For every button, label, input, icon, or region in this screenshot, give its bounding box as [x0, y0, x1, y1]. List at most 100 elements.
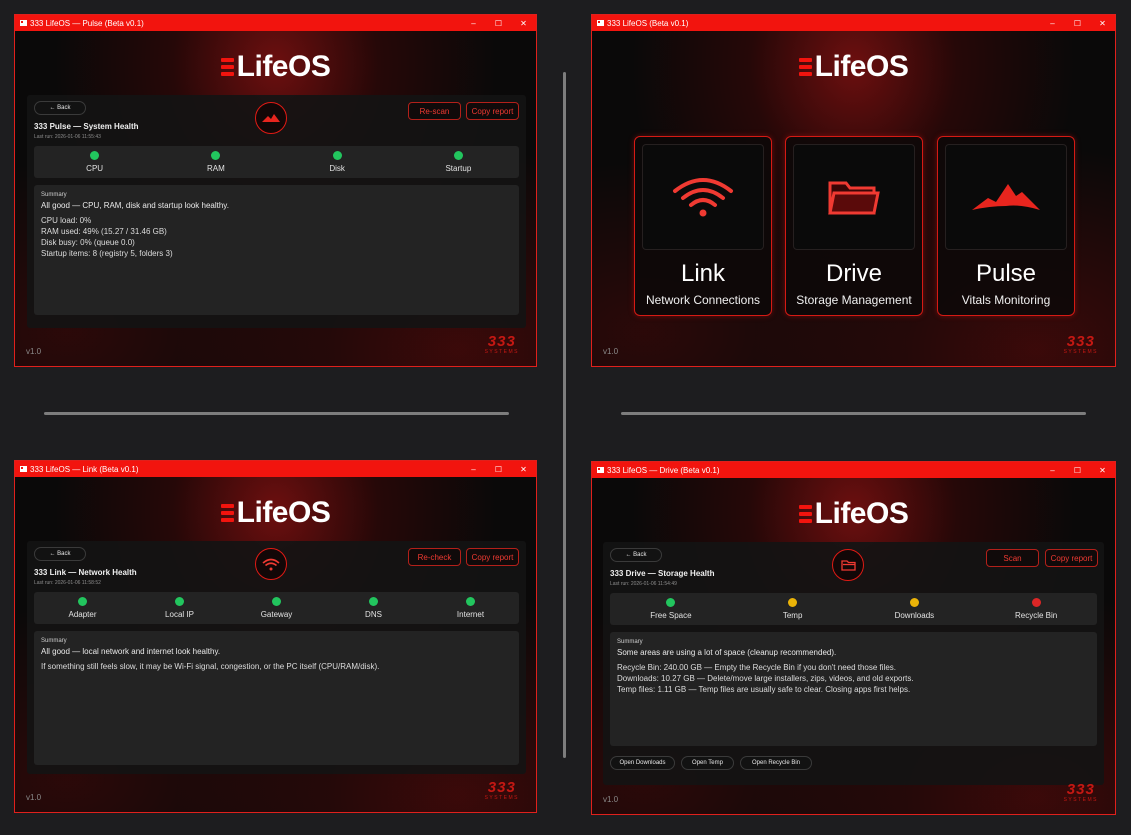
minimize-icon[interactable]: –: [1040, 19, 1065, 28]
drive-card[interactable]: Drive Storage Management: [785, 136, 923, 316]
summary-line: RAM used: 49% (15.27 / 31.46 GB): [41, 227, 167, 236]
page-title: 333 Link — Network Health: [34, 568, 137, 577]
summary-line: CPU load: 0%: [41, 216, 92, 225]
title-bar[interactable]: 333 LifeOS — Pulse (Beta v0.1) – ☐ ✕: [15, 15, 536, 31]
app-icon: [597, 20, 604, 26]
minimize-icon[interactable]: –: [461, 19, 486, 28]
333-systems-logo: 333 SYSTEMS: [1064, 781, 1098, 803]
card-subtitle: Storage Management: [796, 293, 912, 307]
link-window: 333 LifeOS — Link (Beta v0.1) – ☐ ✕ Life…: [14, 460, 537, 813]
app-icon: [597, 467, 604, 473]
card-subtitle: Vitals Monitoring: [961, 293, 1051, 307]
summary-main: Some areas are using a lot of space (cle…: [617, 648, 837, 657]
status-dot: [175, 597, 184, 606]
brand-subtitle: SYSTEMS: [484, 349, 519, 355]
status-item-local-ip: Local IP: [131, 592, 228, 624]
summary-box: Summary All good — CPU, RAM, disk and st…: [34, 185, 519, 315]
window-title: 333 LifeOS — Link (Beta v0.1): [30, 464, 139, 474]
drive-window: 333 LifeOS — Drive (Beta v0.1) – ☐ ✕ Lif…: [591, 461, 1116, 815]
card-name: Link: [680, 260, 726, 287]
close-icon[interactable]: ✕: [511, 19, 536, 28]
status-dot: [369, 597, 378, 606]
summary-heading: Summary: [41, 192, 67, 198]
pulse-icon: [255, 102, 287, 134]
hub-card-art: [793, 144, 915, 250]
pulse-card[interactable]: Pulse Vitals Monitoring: [937, 136, 1075, 316]
pulse-window: 333 LifeOS — Pulse (Beta v0.1) – ☐ ✕ Lif…: [14, 14, 537, 367]
back-button[interactable]: ← Back: [34, 101, 86, 115]
status-label: Downloads: [894, 611, 935, 620]
summary-line: Downloads: 10.27 GB — Delete/move large …: [617, 674, 914, 683]
close-icon[interactable]: ✕: [511, 465, 536, 474]
scan-button[interactable]: Scan: [986, 549, 1039, 567]
link-card[interactable]: Link Network Connections: [634, 136, 772, 316]
card-subtitle: Network Connections: [645, 293, 761, 307]
status-label: Adapter: [68, 610, 97, 619]
status-dot: [272, 597, 281, 606]
recheck-button[interactable]: Re-check: [408, 548, 461, 566]
rescan-button[interactable]: Re-scan: [408, 102, 461, 120]
333-systems-logo: 333 SYSTEMS: [484, 333, 519, 355]
status-label: Startup: [445, 164, 472, 173]
maximize-icon[interactable]: ☐: [486, 465, 511, 474]
status-item-recycle-bin: Recycle Bin: [975, 593, 1097, 625]
back-button[interactable]: ← Back: [610, 548, 662, 562]
status-label: Local IP: [165, 610, 194, 619]
summary-line: Temp files: 1.11 GB — Temp files are usu…: [617, 685, 911, 694]
status-dot: [466, 597, 475, 606]
pulse-icon: [972, 184, 1040, 210]
title-bar[interactable]: 333 LifeOS — Link (Beta v0.1) – ☐ ✕: [15, 461, 536, 477]
lifeos-logo: LifeOS: [15, 496, 536, 530]
status-label: Disk: [329, 164, 345, 173]
link-panel: ← Back 333 Link — Network Health Last ru…: [27, 541, 526, 774]
copy-report-button[interactable]: Copy report: [1045, 549, 1098, 567]
minimize-icon[interactable]: –: [1040, 466, 1065, 475]
status-label: DNS: [365, 610, 382, 619]
status-dot: [90, 151, 100, 160]
lifeos-logo: LifeOS: [15, 50, 536, 84]
window-title: 333 LifeOS (Beta v0.1): [607, 18, 689, 28]
copy-report-button[interactable]: Copy report: [466, 102, 519, 120]
wifi-icon: [673, 178, 733, 217]
status-item-downloads: Downloads: [854, 593, 976, 625]
minimize-icon[interactable]: –: [461, 465, 486, 474]
status-item-dns: DNS: [325, 592, 422, 624]
summary-heading: Summary: [617, 639, 643, 645]
summary-box: Summary All good — local network and int…: [34, 631, 519, 765]
version-label: v1.0: [603, 347, 619, 356]
vertical-separator[interactable]: [563, 72, 566, 758]
title-bar[interactable]: 333 LifeOS — Drive (Beta v0.1) – ☐ ✕: [592, 462, 1115, 478]
summary-main: All good — CPU, RAM, disk and startup lo…: [41, 201, 229, 210]
pulse-panel: ← Back 333 Pulse — System Health Last ru…: [27, 95, 526, 328]
card-name: Drive: [825, 260, 882, 287]
brand-number: 333: [1066, 781, 1095, 798]
last-run-timestamp: Last run: 2026-01-06 11:58:52: [34, 580, 101, 586]
open-downloads-button[interactable]: Open Downloads: [610, 756, 675, 770]
card-name: Pulse: [975, 260, 1037, 287]
status-row: Free Space Temp Downloads Recycle Bin: [610, 593, 1097, 625]
summary-heading: Summary: [41, 638, 67, 644]
app-icon: [20, 20, 27, 26]
status-dot: [332, 151, 342, 160]
hub-card-art: [642, 144, 764, 250]
open-temp-button[interactable]: Open Temp: [681, 756, 734, 770]
status-label: Internet: [456, 610, 485, 619]
status-label: Gateway: [260, 610, 293, 619]
close-icon[interactable]: ✕: [1090, 19, 1115, 28]
summary-line: Disk busy: 0% (queue 0.0): [41, 238, 135, 247]
status-item-temp: Temp: [732, 593, 854, 625]
maximize-icon[interactable]: ☐: [1065, 466, 1090, 475]
copy-report-button[interactable]: Copy report: [466, 548, 519, 566]
open-recycle-bin-button[interactable]: Open Recycle Bin: [740, 756, 812, 770]
logo-bars-icon: [798, 58, 812, 76]
horizontal-separator-right[interactable]: [621, 412, 1086, 415]
close-icon[interactable]: ✕: [1090, 466, 1115, 475]
title-bar[interactable]: 333 LifeOS (Beta v0.1) – ☐ ✕: [592, 15, 1115, 31]
status-dot: [78, 597, 87, 606]
brand-number: 333: [487, 333, 516, 350]
back-button[interactable]: ← Back: [34, 547, 86, 561]
maximize-icon[interactable]: ☐: [1065, 19, 1090, 28]
status-item-disk: Disk: [277, 146, 398, 178]
horizontal-separator-left[interactable]: [44, 412, 509, 415]
maximize-icon[interactable]: ☐: [486, 19, 511, 28]
